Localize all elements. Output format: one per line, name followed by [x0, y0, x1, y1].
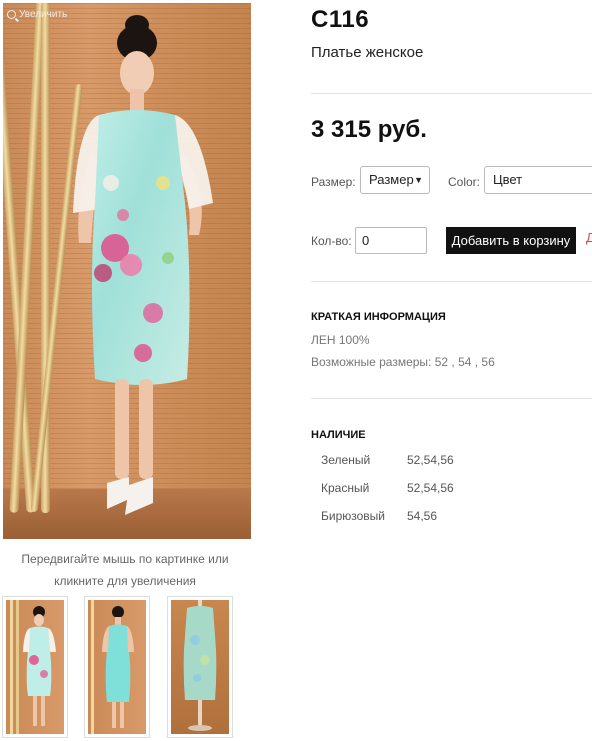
cut-off-link[interactable]: Д	[586, 230, 592, 245]
divider	[311, 398, 592, 399]
product-price: 3 315 руб.	[311, 116, 427, 143]
availability-sizes: 52,54,56	[407, 453, 454, 467]
size-select-value: Размер	[369, 172, 414, 187]
product-subtitle: Платье женское	[311, 44, 424, 61]
availability-title: НАЛИЧИЕ	[311, 429, 366, 441]
color-label: Color:	[448, 175, 481, 189]
add-to-cart-button[interactable]: Добавить в корзину	[446, 227, 576, 254]
size-label: Размер:	[311, 175, 356, 189]
thumbnail-back[interactable]	[84, 596, 150, 738]
zoom-label: Увеличить	[19, 9, 68, 20]
thumbnail-front[interactable]	[2, 596, 68, 738]
magnifier-icon	[7, 10, 16, 19]
availability-color: Красный	[321, 481, 370, 495]
color-select-value: Цвет	[493, 172, 523, 187]
zoom-hint[interactable]: Увеличить	[7, 9, 67, 20]
product-sku: С116	[311, 6, 370, 33]
summary-title: КРАТКАЯ ИНФОРМАЦИЯ	[311, 311, 446, 323]
summary-sizes: Возможные размеры: 52 , 54 , 56	[311, 355, 495, 369]
qty-label: Кол-во:	[311, 234, 352, 248]
color-select[interactable]: Цвет	[484, 166, 592, 194]
summary-material: ЛЕН 100%	[311, 333, 370, 347]
availability-sizes: 52,54,56	[407, 481, 454, 495]
gallery-hint: Передвигайте мышь по картинке или кликни…	[21, 552, 229, 588]
chevron-down-icon: ▼	[414, 175, 423, 185]
qty-input[interactable]	[355, 227, 427, 254]
size-select[interactable]: Размер ▼	[360, 166, 430, 194]
main-product-photo[interactable]: Увеличить	[3, 3, 251, 539]
thumbnail-mannequin[interactable]	[167, 596, 233, 738]
divider	[311, 281, 592, 282]
availability-sizes: 54,56	[407, 509, 438, 523]
divider	[311, 93, 592, 94]
availability-color: Бирюзовый	[321, 509, 385, 523]
availability-color: Зеленый	[321, 453, 371, 467]
